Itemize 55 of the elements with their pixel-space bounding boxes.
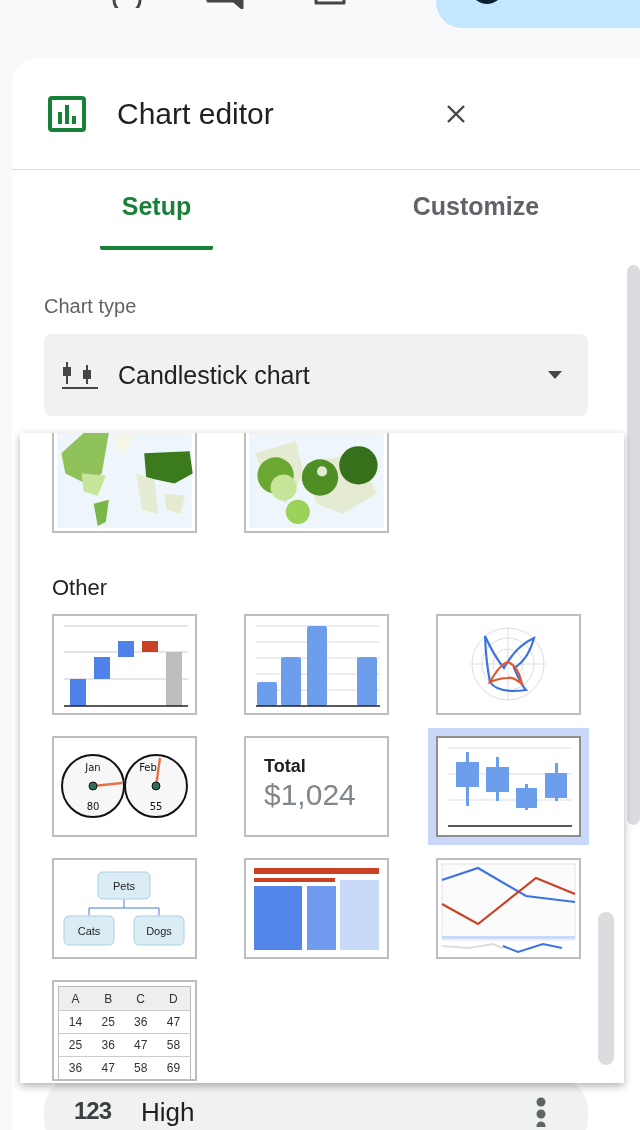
- number-type-icon: 123: [74, 1097, 112, 1125]
- chart-type-option[interactable]: [244, 433, 389, 533]
- table-cell: 58: [124, 1056, 157, 1079]
- gauge-dial: Jan 80: [61, 754, 125, 818]
- table-cell: 69: [156, 1056, 191, 1079]
- chart-type-option[interactable]: [244, 614, 389, 715]
- table-header: A: [58, 986, 93, 1011]
- table-cell: 36: [58, 1056, 93, 1079]
- tab[interactable]: Setup: [100, 170, 213, 250]
- chart-type-option[interactable]: [244, 858, 389, 959]
- table-header: B: [92, 986, 125, 1011]
- close-icon: [445, 103, 466, 124]
- table-cell: 47: [124, 1033, 157, 1057]
- chart-type-option[interactable]: Jan 80 Feb 55: [52, 736, 197, 837]
- document-icon[interactable]: [314, 0, 346, 5]
- chart-type-option[interactable]: [436, 858, 581, 959]
- table-cell: 58: [156, 1033, 191, 1057]
- scorecard-title: Total: [264, 756, 307, 777]
- chart-type-option[interactable]: Pets Cats Dogs: [52, 858, 197, 959]
- chart-type-option[interactable]: Total $1,024: [244, 736, 389, 837]
- table-header: D: [156, 986, 191, 1011]
- history-icon[interactable]: [112, 0, 142, 8]
- more-icon[interactable]: [536, 1097, 546, 1127]
- table-cell: 36: [92, 1033, 125, 1057]
- table-cell: 47: [92, 1056, 125, 1079]
- table-cell: 25: [92, 1010, 125, 1034]
- chart-type-dropdown[interactable]: Candlestick chart: [44, 334, 588, 416]
- chart-type-option[interactable]: A B C D 14 25 36 47 25 36 47 58 36 47 58 69: [52, 980, 197, 1081]
- scrollbar[interactable]: [627, 265, 640, 825]
- bubble-map-icon: [246, 433, 387, 531]
- gauge-dial: Feb 55: [124, 754, 188, 818]
- scrollbar[interactable]: [598, 912, 614, 1065]
- field-label: Chart type: [44, 295, 138, 318]
- chart-type-option[interactable]: [436, 614, 581, 715]
- panel-title: Chart editor: [117, 96, 274, 131]
- table-cell: 36: [124, 1010, 157, 1034]
- chart-type-option[interactable]: [52, 614, 197, 715]
- table-header: C: [124, 986, 157, 1011]
- table-cell: 14: [58, 1010, 93, 1034]
- comment-icon[interactable]: [206, 0, 244, 9]
- org-node: Pets: [97, 871, 151, 900]
- connector-line: [88, 899, 160, 916]
- chart-icon: [48, 95, 86, 132]
- scorecard-value: $1,024: [264, 778, 356, 812]
- candlestick-icon: [62, 360, 98, 390]
- chart-type-option[interactable]: [52, 433, 197, 533]
- world-map-icon: [54, 433, 195, 531]
- tab[interactable]: Customize: [391, 170, 561, 250]
- table-cell: 47: [156, 1010, 191, 1034]
- org-node: Dogs: [133, 915, 185, 946]
- caret-icon: [548, 371, 562, 379]
- org-node: Cats: [63, 915, 115, 946]
- section-heading: Other: [52, 575, 109, 601]
- series-label: High: [141, 1097, 196, 1128]
- table-cell: 25: [58, 1033, 93, 1057]
